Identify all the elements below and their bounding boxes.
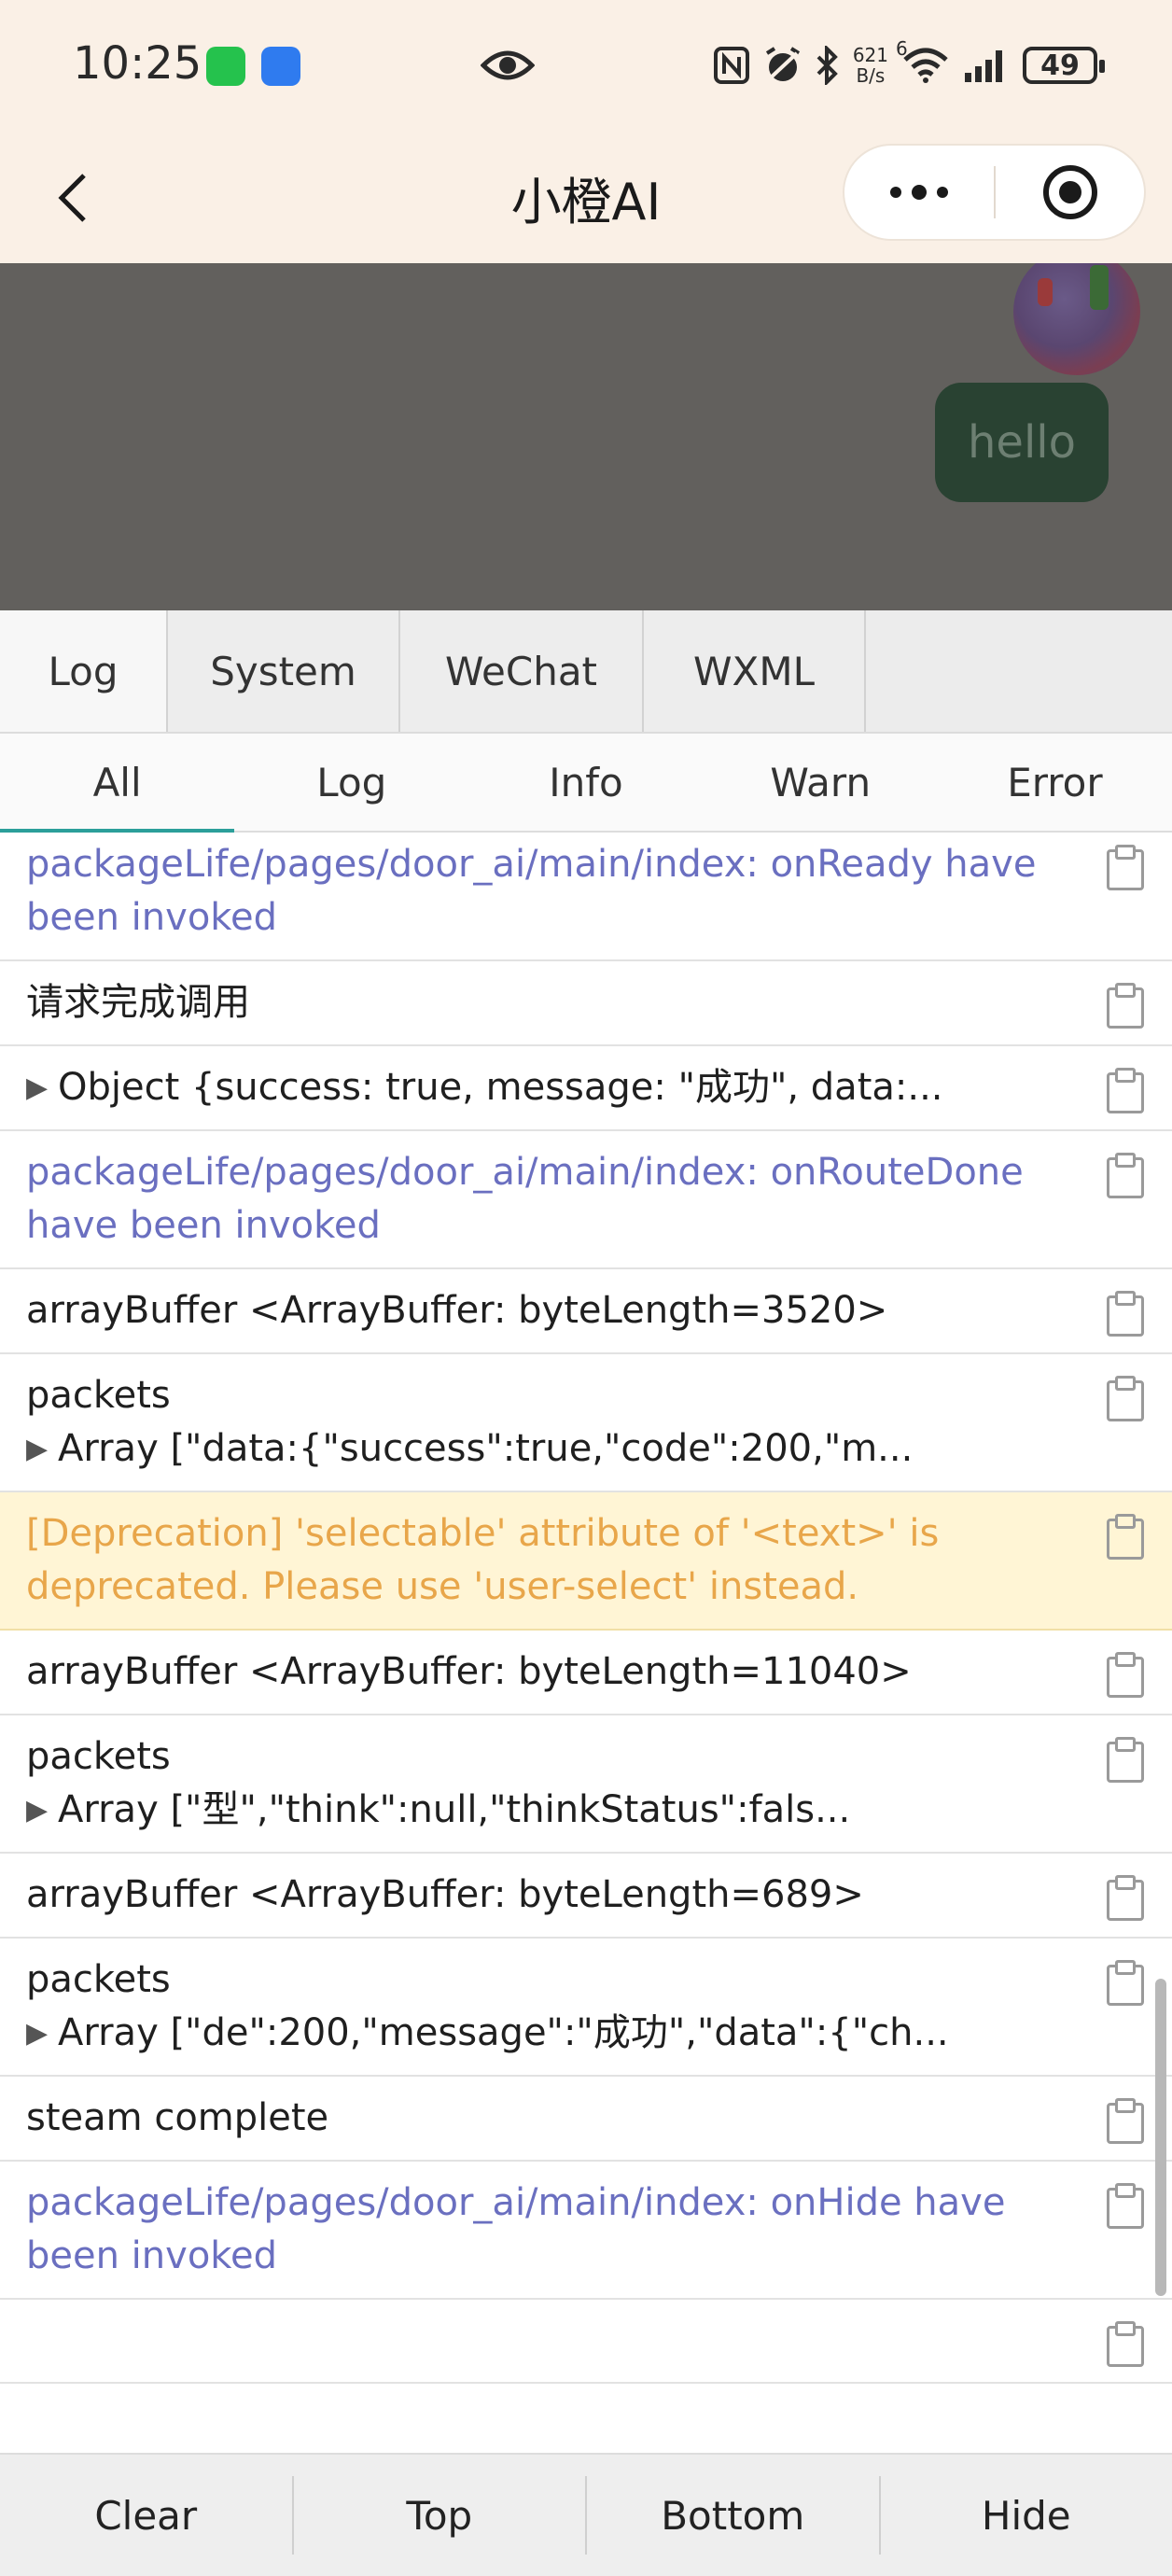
log-list[interactable]: packageLife/pages/door_ai/main/index: on… — [0, 833, 1172, 2453]
tab-wxml[interactable]: WXML — [644, 610, 866, 732]
console-action-bar: Clear Top Bottom Hide — [0, 2453, 1172, 2576]
log-filter-tabs: All Log Info Warn Error — [0, 734, 1172, 833]
chat-bubble: hello — [935, 383, 1109, 502]
eye-icon — [480, 45, 536, 90]
log-text: Array ["data:{"success":true,"code":200,… — [58, 1427, 914, 1470]
log-text: packageLife/pages/door_ai/main/index: on… — [26, 2181, 1006, 2277]
wifi-icon: 6 — [896, 37, 950, 84]
log-entry[interactable]: packets ▶ Array ["型","think":null,"thinkS… — [0, 1715, 1172, 1854]
copy-icon[interactable] — [1105, 2097, 1144, 2144]
log-title: packets — [26, 1374, 171, 1417]
app-icon — [261, 47, 300, 86]
log-entry: packageLife/pages/door_ai/main/index: on… — [0, 2162, 1172, 2300]
log-text: [Deprecation] 'selectable' attribute of … — [26, 1512, 940, 1608]
expand-arrow-icon[interactable]: ▶ — [26, 1784, 58, 1837]
log-entry: arrayBuffer <ArrayBuffer: byteLength=352… — [0, 1269, 1172, 1354]
log-title: packets — [26, 1735, 171, 1778]
target-icon — [1042, 165, 1097, 219]
clear-button[interactable]: Clear — [0, 2455, 292, 2576]
expand-arrow-icon[interactable]: ▶ — [26, 1061, 58, 1114]
signal-icon — [963, 47, 1010, 84]
copy-icon[interactable] — [1105, 982, 1144, 1029]
log-text: steam complete — [26, 2096, 329, 2139]
battery-level: 49 — [1040, 49, 1080, 82]
copy-icon[interactable] — [1105, 1736, 1144, 1783]
nav-bar: 小橙AI — [0, 133, 1172, 263]
net-speed-unit: B/s — [856, 64, 886, 87]
log-text: packageLife/pages/door_ai/main/index: on… — [26, 843, 1037, 939]
chat-area: hello — [0, 263, 1172, 610]
filter-all[interactable]: All — [0, 734, 235, 833]
log-text: arrayBuffer <ArrayBuffer: byteLength=689… — [26, 1873, 864, 1916]
status-bar: 10:25 621 B/s 6 49 — [0, 0, 1172, 133]
signal-type: 6 — [896, 37, 908, 60]
filter-info[interactable]: Info — [468, 734, 703, 831]
log-entry[interactable]: ▶ Object {success: true, message: "成功", d… — [0, 1046, 1172, 1131]
battery-icon: 49 — [1023, 47, 1105, 84]
nfc-icon — [713, 46, 750, 85]
bottom-button[interactable]: Bottom — [587, 2455, 879, 2576]
log-entry: packageLife/pages/door_ai/main/index: on… — [0, 1131, 1172, 1269]
log-entry: 请求完成调用 — [0, 961, 1172, 1046]
avatar — [1013, 263, 1140, 375]
tab-wechat[interactable]: WeChat — [400, 610, 644, 732]
bluetooth-icon — [816, 46, 840, 85]
more-icon — [890, 185, 948, 200]
filter-log[interactable]: Log — [234, 734, 468, 831]
status-time: 10:25 — [73, 37, 202, 90]
log-entry: steam complete — [0, 2077, 1172, 2162]
expand-arrow-icon[interactable]: ▶ — [26, 1422, 58, 1476]
log-entry: packageLife/pages/door_ai/main/index: on… — [0, 833, 1172, 961]
filter-warn[interactable]: Warn — [704, 734, 938, 831]
log-text: arrayBuffer <ArrayBuffer: byteLength=110… — [26, 1650, 912, 1693]
back-button[interactable] — [41, 166, 105, 230]
more-button[interactable] — [844, 146, 994, 239]
log-entry[interactable]: packets ▶ Array ["data:{"success":true,"c… — [0, 1354, 1172, 1492]
log-entry — [0, 2300, 1172, 2384]
log-entry-warn: [Deprecation] 'selectable' attribute of … — [0, 1492, 1172, 1631]
copy-icon[interactable] — [1105, 1375, 1144, 1421]
copy-icon[interactable] — [1105, 1959, 1144, 2006]
log-text: arrayBuffer <ArrayBuffer: byteLength=352… — [26, 1289, 888, 1332]
copy-icon[interactable] — [1105, 1651, 1144, 1698]
wechat-icon — [206, 47, 245, 86]
log-entry: arrayBuffer <ArrayBuffer: byteLength=110… — [0, 1631, 1172, 1715]
tab-log[interactable]: Log — [0, 610, 168, 732]
top-button[interactable]: Top — [294, 2455, 586, 2576]
copy-icon[interactable] — [1105, 1290, 1144, 1337]
filter-error[interactable]: Error — [938, 734, 1172, 831]
copy-icon[interactable] — [1105, 2182, 1144, 2229]
chevron-left-icon — [58, 174, 86, 222]
log-text: packageLife/pages/door_ai/main/index: on… — [26, 1151, 1024, 1247]
copy-icon[interactable] — [1105, 844, 1144, 890]
copy-icon[interactable] — [1105, 1067, 1144, 1113]
status-icons: 621 B/s 6 49 — [713, 37, 1105, 93]
expand-arrow-icon[interactable]: ▶ — [26, 2007, 58, 2060]
copy-icon[interactable] — [1105, 1152, 1144, 1198]
log-text: Object {success: true, message: "成功", da… — [58, 1066, 943, 1109]
log-title: packets — [26, 1958, 171, 2001]
tab-system[interactable]: System — [168, 610, 400, 732]
alarm-icon — [763, 46, 802, 85]
log-text: Array ["型","think":null,"thinkStatus":fa… — [58, 1788, 851, 1831]
log-text: Array ["de":200,"message":"成功","data":{"… — [58, 2011, 949, 2054]
close-miniprogram-button[interactable] — [996, 146, 1144, 239]
copy-icon[interactable] — [1105, 1874, 1144, 1921]
hide-button[interactable]: Hide — [881, 2455, 1172, 2576]
log-entry[interactable]: packets ▶ Array ["de":200,"message":"成功",… — [0, 1939, 1172, 2077]
log-scrollbar[interactable] — [1155, 1979, 1166, 2296]
copy-icon[interactable] — [1105, 1513, 1144, 1560]
net-speed-value: 621 — [852, 44, 888, 66]
log-entry: arrayBuffer <ArrayBuffer: byteLength=689… — [0, 1854, 1172, 1939]
log-text: 请求完成调用 — [26, 981, 250, 1024]
copy-icon[interactable] — [1105, 2320, 1144, 2367]
console-tabs: Log System WeChat WXML — [0, 610, 1172, 734]
miniprogram-capsule — [843, 144, 1146, 241]
net-speed: 621 B/s — [853, 45, 888, 86]
